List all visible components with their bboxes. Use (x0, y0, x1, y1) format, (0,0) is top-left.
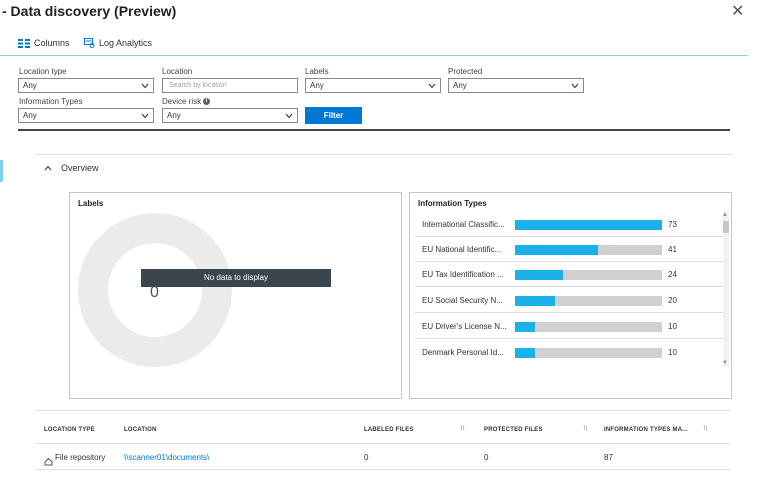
column-header-location[interactable]: LOCATION (124, 427, 157, 433)
protected-dropdown[interactable]: Any (448, 78, 584, 93)
column-header-protected-files[interactable]: PROTECTED FILES (484, 427, 543, 433)
info-type-count: 24 (668, 270, 677, 279)
chevron-down-icon (141, 82, 149, 91)
chevron-down-icon (285, 112, 293, 121)
info-type-bar (515, 220, 662, 230)
location-label: Location (162, 67, 193, 76)
info-type-bar-track (515, 348, 662, 358)
sort-icon[interactable]: ⇅ (460, 425, 465, 432)
column-header-location-type[interactable]: LOCATION TYPE (44, 427, 95, 433)
info-type-bar-track (515, 296, 662, 306)
overview-divider (36, 154, 732, 155)
column-header-information-types-matched[interactable]: INFORMATION TYPES MA... (604, 427, 688, 433)
protected-value: Any (453, 81, 467, 90)
information-types-card-title: Information Types (418, 199, 487, 208)
location-type-value: Any (23, 81, 37, 90)
overview-toggle[interactable]: Overview (44, 163, 99, 173)
info-type-bar (515, 296, 556, 306)
info-type-count: 41 (668, 245, 677, 254)
left-edge-marker (0, 160, 3, 182)
title-bar: - Data discovery (Preview) ✕ (0, 0, 768, 26)
info-type-row[interactable]: Denmark Personal Id... 10 (415, 340, 725, 365)
info-type-row[interactable]: International Classific... 73 (415, 212, 725, 237)
info-icon[interactable]: i (203, 98, 211, 106)
info-types-scrollbar-thumb[interactable] (723, 221, 729, 233)
labels-dropdown[interactable]: Any (305, 78, 441, 93)
info-type-bar-track (515, 245, 662, 255)
overview-label: Overview (61, 163, 99, 173)
info-type-bar-track (515, 270, 662, 280)
scroll-up-icon[interactable]: ▲ (722, 211, 728, 219)
info-type-name: International Classific... (422, 220, 505, 229)
info-type-bar (515, 245, 598, 255)
chevron-down-icon (571, 82, 579, 91)
filter-button[interactable]: Filter (305, 107, 362, 124)
chevron-down-icon (141, 112, 149, 121)
chevron-up-icon (44, 163, 52, 173)
log-analytics-label: Log Analytics (99, 38, 153, 48)
info-type-row[interactable]: EU Social Security N... 20 (415, 288, 725, 313)
info-type-bar (515, 270, 564, 280)
labels-card: Labels 0 (69, 192, 402, 399)
information-types-value: Any (23, 111, 37, 120)
no-data-tooltip: No data to display (141, 269, 331, 287)
columns-label: Columns (34, 38, 70, 48)
info-type-name: EU Tax Identification ... (422, 270, 504, 279)
protected-filter-label: Protected (448, 67, 483, 76)
info-type-bar-track (515, 220, 662, 230)
labels-card-title: Labels (78, 199, 104, 208)
table-top-divider (36, 410, 730, 411)
labeled-files-cell: 0 (364, 453, 369, 462)
info-type-count: 10 (668, 322, 677, 331)
location-link[interactable]: \\scanner01\documents\ (124, 453, 209, 462)
protected-files-cell: 0 (484, 453, 489, 462)
labels-value: Any (310, 81, 324, 90)
location-search-input[interactable]: Search by location (162, 78, 298, 93)
info-type-name: EU National Identific... (422, 245, 502, 254)
info-type-name: Denmark Personal Id... (422, 348, 504, 357)
columns-icon (18, 38, 30, 48)
log-analytics-button[interactable]: Log Analytics (84, 38, 152, 48)
location-type-dropdown[interactable]: Any (18, 78, 154, 93)
table-bottom-divider (36, 469, 730, 470)
information-types-matched-cell: 87 (604, 453, 613, 462)
info-type-name: EU Driver's License N... (422, 322, 507, 331)
location-type-cell: File repository (55, 453, 106, 462)
device-risk-value: Any (167, 111, 181, 120)
info-type-row[interactable]: EU National Identific... 41 (415, 237, 725, 262)
info-type-name: EU Social Security N... (422, 296, 503, 305)
sort-icon[interactable]: ⇅ (583, 425, 588, 432)
toolbar: Columns Log Analytics (0, 34, 748, 56)
scroll-down-icon[interactable]: ▼ (722, 359, 728, 367)
info-type-bar-track (515, 322, 662, 332)
info-type-row[interactable]: EU Tax Identification ... 24 (415, 262, 725, 287)
labels-filter-label: Labels (305, 67, 329, 76)
info-type-bar (515, 322, 536, 332)
device-risk-dropdown[interactable]: Any (162, 108, 298, 123)
info-type-row[interactable]: EU Driver's License N... 10 (415, 314, 725, 339)
columns-button[interactable]: Columns (18, 38, 70, 48)
chevron-down-icon (428, 82, 436, 91)
device-risk-label: Device risk (162, 97, 202, 106)
column-header-labeled-files[interactable]: LABELED FILES (364, 427, 414, 433)
close-icon[interactable]: ✕ (731, 1, 744, 21)
info-type-count: 10 (668, 348, 677, 357)
page-title: - Data discovery (Preview) (2, 3, 177, 19)
sort-icon[interactable]: ⇅ (703, 425, 708, 432)
table-header-divider (36, 443, 730, 444)
info-types-scrollbar[interactable] (723, 211, 729, 367)
info-type-bar (515, 348, 536, 358)
info-type-count: 20 (668, 296, 677, 305)
information-types-dropdown[interactable]: Any (18, 108, 154, 123)
filter-divider (18, 129, 730, 131)
log-analytics-icon (84, 38, 95, 48)
info-type-count: 73 (668, 220, 677, 229)
device-risk-label-wrap: Device risk i (162, 97, 211, 106)
information-types-label: Information Types (19, 97, 83, 106)
location-type-label: Location type (19, 67, 67, 76)
